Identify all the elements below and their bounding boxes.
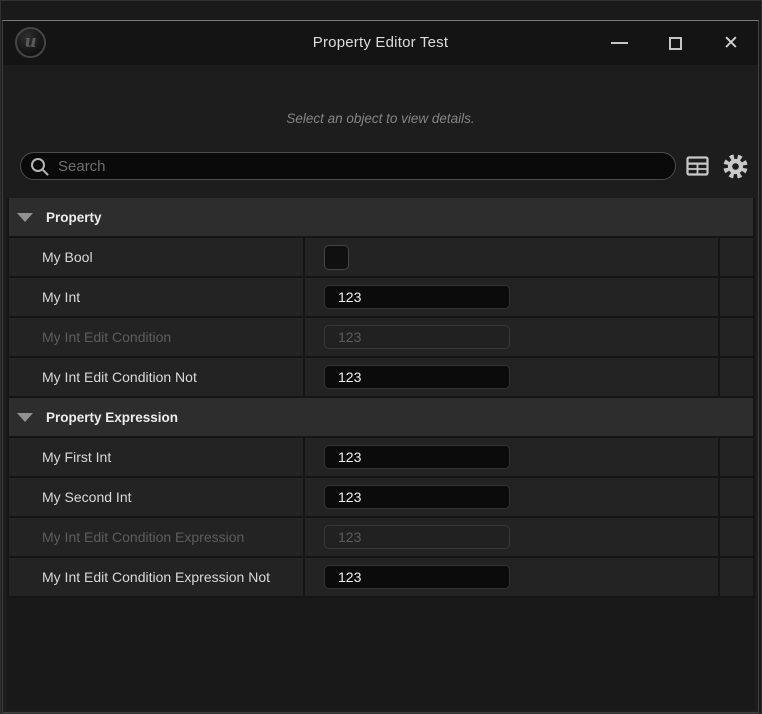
property-value-cell [305,518,718,556]
property-row: My Second Int [9,478,753,516]
row-extra-cell [720,518,753,556]
section-header[interactable]: Property [9,198,753,236]
search-box[interactable] [20,152,676,180]
property-label: My Int Edit Condition Not [42,369,197,385]
property-row: My Int [9,278,753,316]
close-icon: ✕ [723,34,739,53]
property-int-input[interactable] [324,485,510,509]
collapse-arrow-icon[interactable] [17,213,33,222]
property-name-cell[interactable]: My Int Edit Condition Not [9,358,303,396]
property-name-cell[interactable]: My First Int [9,438,303,476]
section-label: Property [46,210,102,225]
property-label: My Int Edit Condition [42,329,171,345]
minimize-icon [611,42,628,44]
table-view-icon [686,156,709,176]
property-name-cell[interactable]: My Int [9,278,303,316]
empty-area [7,598,755,710]
property-name-cell[interactable]: My Bool [9,238,303,276]
row-extra-cell [720,478,753,516]
property-value-cell [305,478,718,516]
property-int-input[interactable] [324,445,510,469]
row-extra-cell [720,238,753,276]
window-controls: ✕ [604,21,746,65]
section-label: Property Expression [46,410,178,425]
maximize-button[interactable] [660,28,690,58]
property-row: My Int Edit Condition Expression [9,518,753,556]
property-int-input[interactable] [324,365,510,389]
property-int-input [324,525,510,549]
row-extra-cell [720,558,753,596]
property-name-cell[interactable]: My Int Edit Condition Expression [9,518,303,556]
property-int-input[interactable] [324,285,510,309]
property-row: My First Int [9,438,753,476]
row-extra-cell [720,358,753,396]
property-value-cell [305,278,718,316]
property-label: My Int Edit Condition Expression Not [42,569,270,585]
search-toolbar [20,152,752,180]
property-checkbox[interactable] [324,245,349,270]
property-value-cell [305,558,718,596]
row-extra-cell [720,438,753,476]
close-button[interactable]: ✕ [716,28,746,58]
title-bar[interactable]: u Property Editor Test ✕ [3,21,758,65]
property-name-cell[interactable]: My Int Edit Condition Expression Not [9,558,303,596]
property-row: My Int Edit Condition Expression Not [9,558,753,596]
property-label: My Int Edit Condition Expression [42,529,244,545]
row-extra-cell [720,318,753,356]
property-name-cell[interactable]: My Second Int [9,478,303,516]
settings-button[interactable] [718,151,752,181]
property-label: My Second Int [42,489,132,505]
minimize-button[interactable] [604,28,634,58]
property-label: My Bool [42,249,93,265]
maximize-icon [669,37,682,50]
property-row: My Int Edit Condition Not [9,358,753,396]
property-row: My Int Edit Condition [9,318,753,356]
property-row: My Bool [9,238,753,276]
property-value-cell [305,318,718,356]
empty-selection-message: Select an object to view details. [3,111,758,126]
search-icon [30,157,49,176]
table-view-button[interactable] [680,151,714,181]
property-value-cell [305,358,718,396]
property-editor-window: u Property Editor Test ✕ Select an objec… [2,20,759,713]
property-int-input [324,325,510,349]
search-input[interactable] [58,158,665,175]
property-label: My Int [42,289,80,305]
property-int-input[interactable] [324,565,510,589]
property-table: Property My Bool My Int My Int Edit Conditi… [7,198,755,710]
section-header[interactable]: Property Expression [9,398,753,436]
property-label: My First Int [42,449,111,465]
collapse-arrow-icon[interactable] [17,413,33,422]
settings-gear-icon [722,153,749,180]
property-value-cell [305,438,718,476]
property-name-cell[interactable]: My Int Edit Condition [9,318,303,356]
property-value-cell [305,238,718,276]
row-extra-cell [720,278,753,316]
